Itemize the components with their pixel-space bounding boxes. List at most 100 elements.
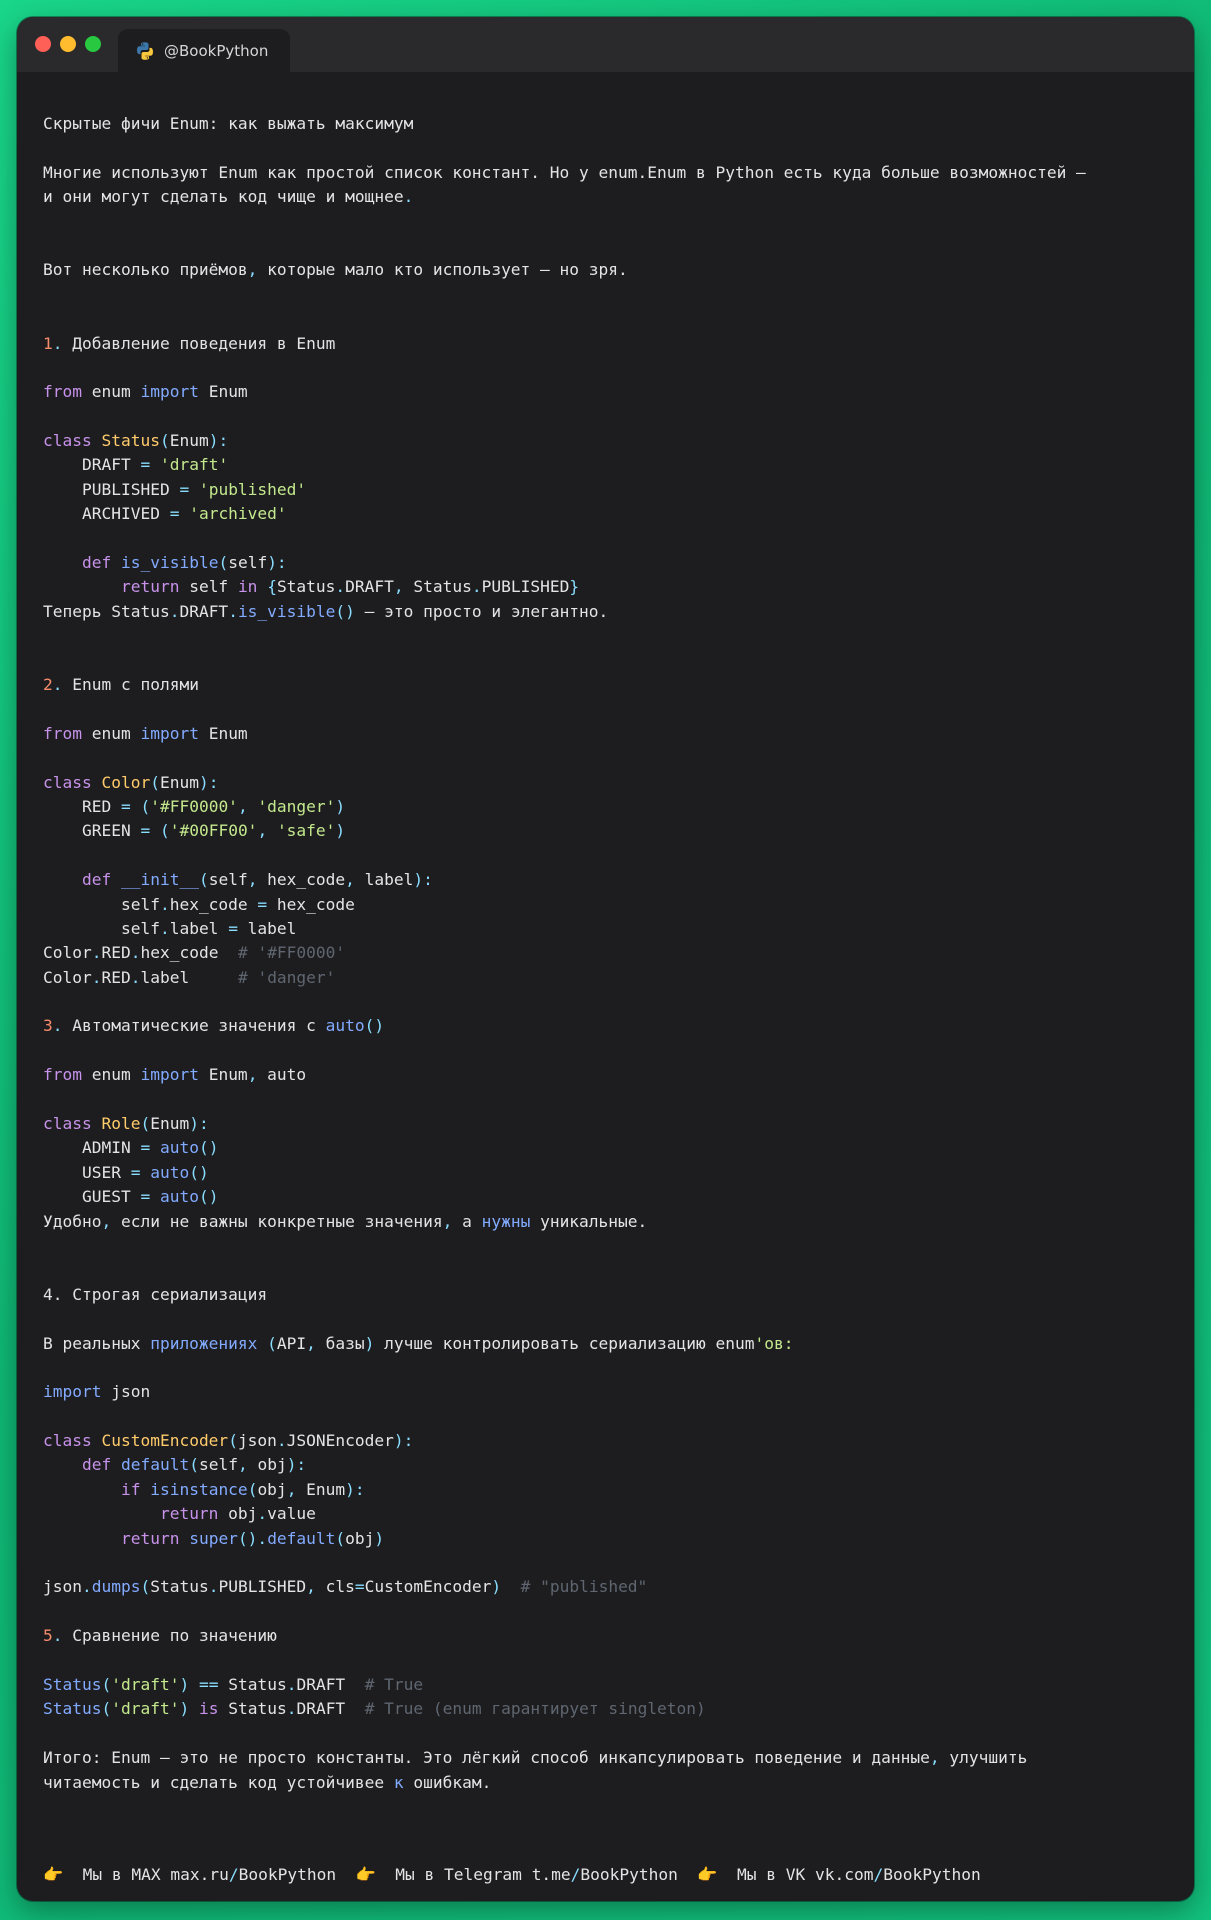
- code-token: 1: [43, 333, 53, 353]
- code-token: (: [247, 1479, 258, 1499]
- code-token: 'ов:: [754, 1333, 794, 1353]
- code-token: .: [335, 577, 346, 597]
- code-token: __init__: [120, 870, 199, 890]
- code-token: ADMIN: [43, 1138, 141, 1158]
- code-token: нужны: [481, 1211, 531, 1231]
- code-token: class: [43, 1431, 92, 1451]
- code-token: =: [257, 894, 268, 914]
- code-token: Многие используют Enum как простой списо…: [43, 162, 599, 182]
- text-line: ​: [43, 649, 1174, 673]
- code-token: default: [267, 1528, 336, 1548]
- code-token: return: [120, 1528, 180, 1548]
- code-token: Автоматические значения с: [62, 1016, 326, 1036]
- code-token: ,: [929, 1748, 940, 1768]
- code-token: cls: [315, 1577, 355, 1597]
- code-token: ,: [247, 260, 258, 280]
- code-token: .: [52, 1016, 63, 1036]
- code-token: ): [179, 1675, 190, 1694]
- text-line: ARCHIVED = 'archived': [43, 502, 1174, 526]
- text-line: return obj.value: [43, 1502, 1174, 1526]
- code-token: .: [52, 674, 63, 694]
- code-token: label: [140, 967, 238, 987]
- text-line: ​: [43, 136, 1174, 160]
- text-line: ​: [43, 1039, 1174, 1063]
- code-token: import: [140, 382, 199, 402]
- text-line: ​: [43, 1600, 1174, 1624]
- code-token: (: [159, 431, 170, 451]
- footer-label: Мы в Telegram: [395, 1865, 522, 1884]
- text-line: Итого: Enum — это не просто константы. Э…: [43, 1746, 1174, 1770]
- code-token: 5: [43, 1626, 53, 1646]
- text-line: DRAFT = 'draft': [43, 453, 1174, 477]
- code-token: isinstance: [150, 1479, 248, 1499]
- close-button[interactable]: [35, 36, 51, 52]
- code-token: =: [140, 821, 151, 841]
- code-token: .: [286, 1675, 297, 1694]
- code-token: DRAFT: [296, 1699, 365, 1719]
- code-token: self: [198, 1455, 238, 1475]
- text-line: PUBLISHED = 'published': [43, 478, 1174, 502]
- minimize-button[interactable]: [60, 36, 76, 52]
- code-token: PUBLISHED: [218, 1577, 307, 1597]
- text-line: 4. Строгая сериализация: [43, 1283, 1174, 1307]
- code-token: JSONEncoder: [286, 1431, 394, 1451]
- pointing-hand-icon: 👉: [697, 1865, 718, 1884]
- code-token: ==: [198, 1675, 219, 1694]
- code-text-area: Скрытые фичи Enum: как выжать максимум ​ М…: [43, 112, 1174, 1795]
- code-token: from: [43, 1065, 82, 1085]
- code-token: # '#FF0000': [237, 943, 346, 963]
- footer-link[interactable]: vk.com/BookPython: [815, 1865, 981, 1884]
- code-token: obj: [218, 1504, 258, 1524]
- code-token: Enum: [198, 1065, 248, 1085]
- text-line: 1. Добавление поведения в Enum: [43, 332, 1174, 356]
- text-line: self.hex_code = hex_code: [43, 893, 1174, 917]
- text-line: Color.RED.label # 'danger': [43, 966, 1174, 990]
- code-token: enum.Enum в Python есть куда больше возм…: [598, 162, 1086, 182]
- code-token: =: [130, 1162, 141, 1182]
- text-line: ​: [43, 405, 1174, 429]
- text-line: 5. Сравнение по значению: [43, 1624, 1174, 1648]
- code-token: ): [179, 1699, 190, 1719]
- text-line: from enum import Enum, auto: [43, 1063, 1174, 1087]
- code-token: (): [364, 1016, 385, 1036]
- footer-link[interactable]: t.me/BookPython: [532, 1865, 678, 1884]
- code-token: auto: [325, 1016, 365, 1036]
- code-token: Status: [403, 577, 472, 597]
- code-token: Enum: [169, 431, 209, 451]
- text-line: ​: [43, 1234, 1174, 1258]
- code-token: dumps: [91, 1577, 141, 1597]
- code-token: (: [140, 1577, 151, 1597]
- code-token: }: [569, 577, 580, 597]
- code-token: 'safe': [276, 821, 336, 841]
- code-token: import: [140, 723, 199, 743]
- code-token: (: [228, 1431, 238, 1451]
- maximize-button[interactable]: [85, 36, 101, 52]
- code-token: hex_code: [169, 894, 258, 914]
- code-token: (): [198, 1187, 219, 1207]
- text-line: ​: [43, 356, 1174, 380]
- code-token: Status: [218, 1675, 287, 1694]
- text-line: Color.RED.hex_code # '#FF0000': [43, 941, 1174, 965]
- code-token: .: [228, 601, 238, 621]
- text-line: ​: [43, 1356, 1174, 1380]
- code-token: 'draft': [111, 1699, 180, 1719]
- tab-bookpython[interactable]: @BookPython: [118, 29, 290, 72]
- code-token: obj: [345, 1528, 375, 1548]
- code-token: которые мало кто использует — но зря.: [257, 260, 628, 280]
- code-token: 4. Строгая сериализация: [43, 1284, 268, 1304]
- code-token: (): [189, 1162, 209, 1182]
- code-token: Итого: Enum — это не просто константы. Э…: [43, 1748, 930, 1768]
- text-line: ADMIN = auto(): [43, 1136, 1174, 1160]
- code-token: Enum с полями: [62, 674, 199, 694]
- code-token: label: [354, 870, 414, 890]
- code-token: def: [81, 870, 112, 890]
- code-token: .: [208, 1577, 219, 1597]
- code-token: # True: [364, 1675, 424, 1694]
- footer-link[interactable]: max.ru/BookPython: [170, 1865, 336, 1884]
